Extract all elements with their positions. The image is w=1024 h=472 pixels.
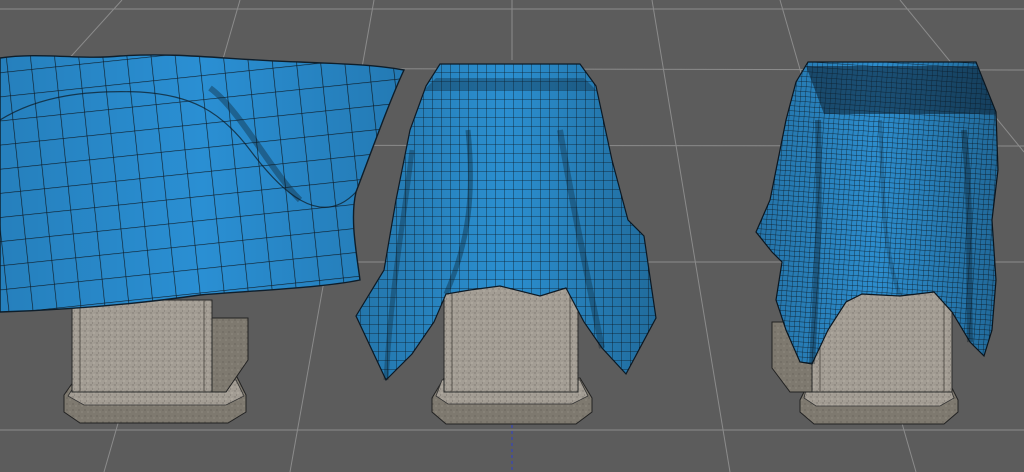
viewport-canvas[interactable] <box>0 0 1024 472</box>
pedestal-2[interactable] <box>431 281 593 425</box>
3d-viewport[interactable] <box>0 0 1024 472</box>
pedestal-1[interactable] <box>63 299 249 424</box>
cloth-1[interactable] <box>0 54 406 313</box>
